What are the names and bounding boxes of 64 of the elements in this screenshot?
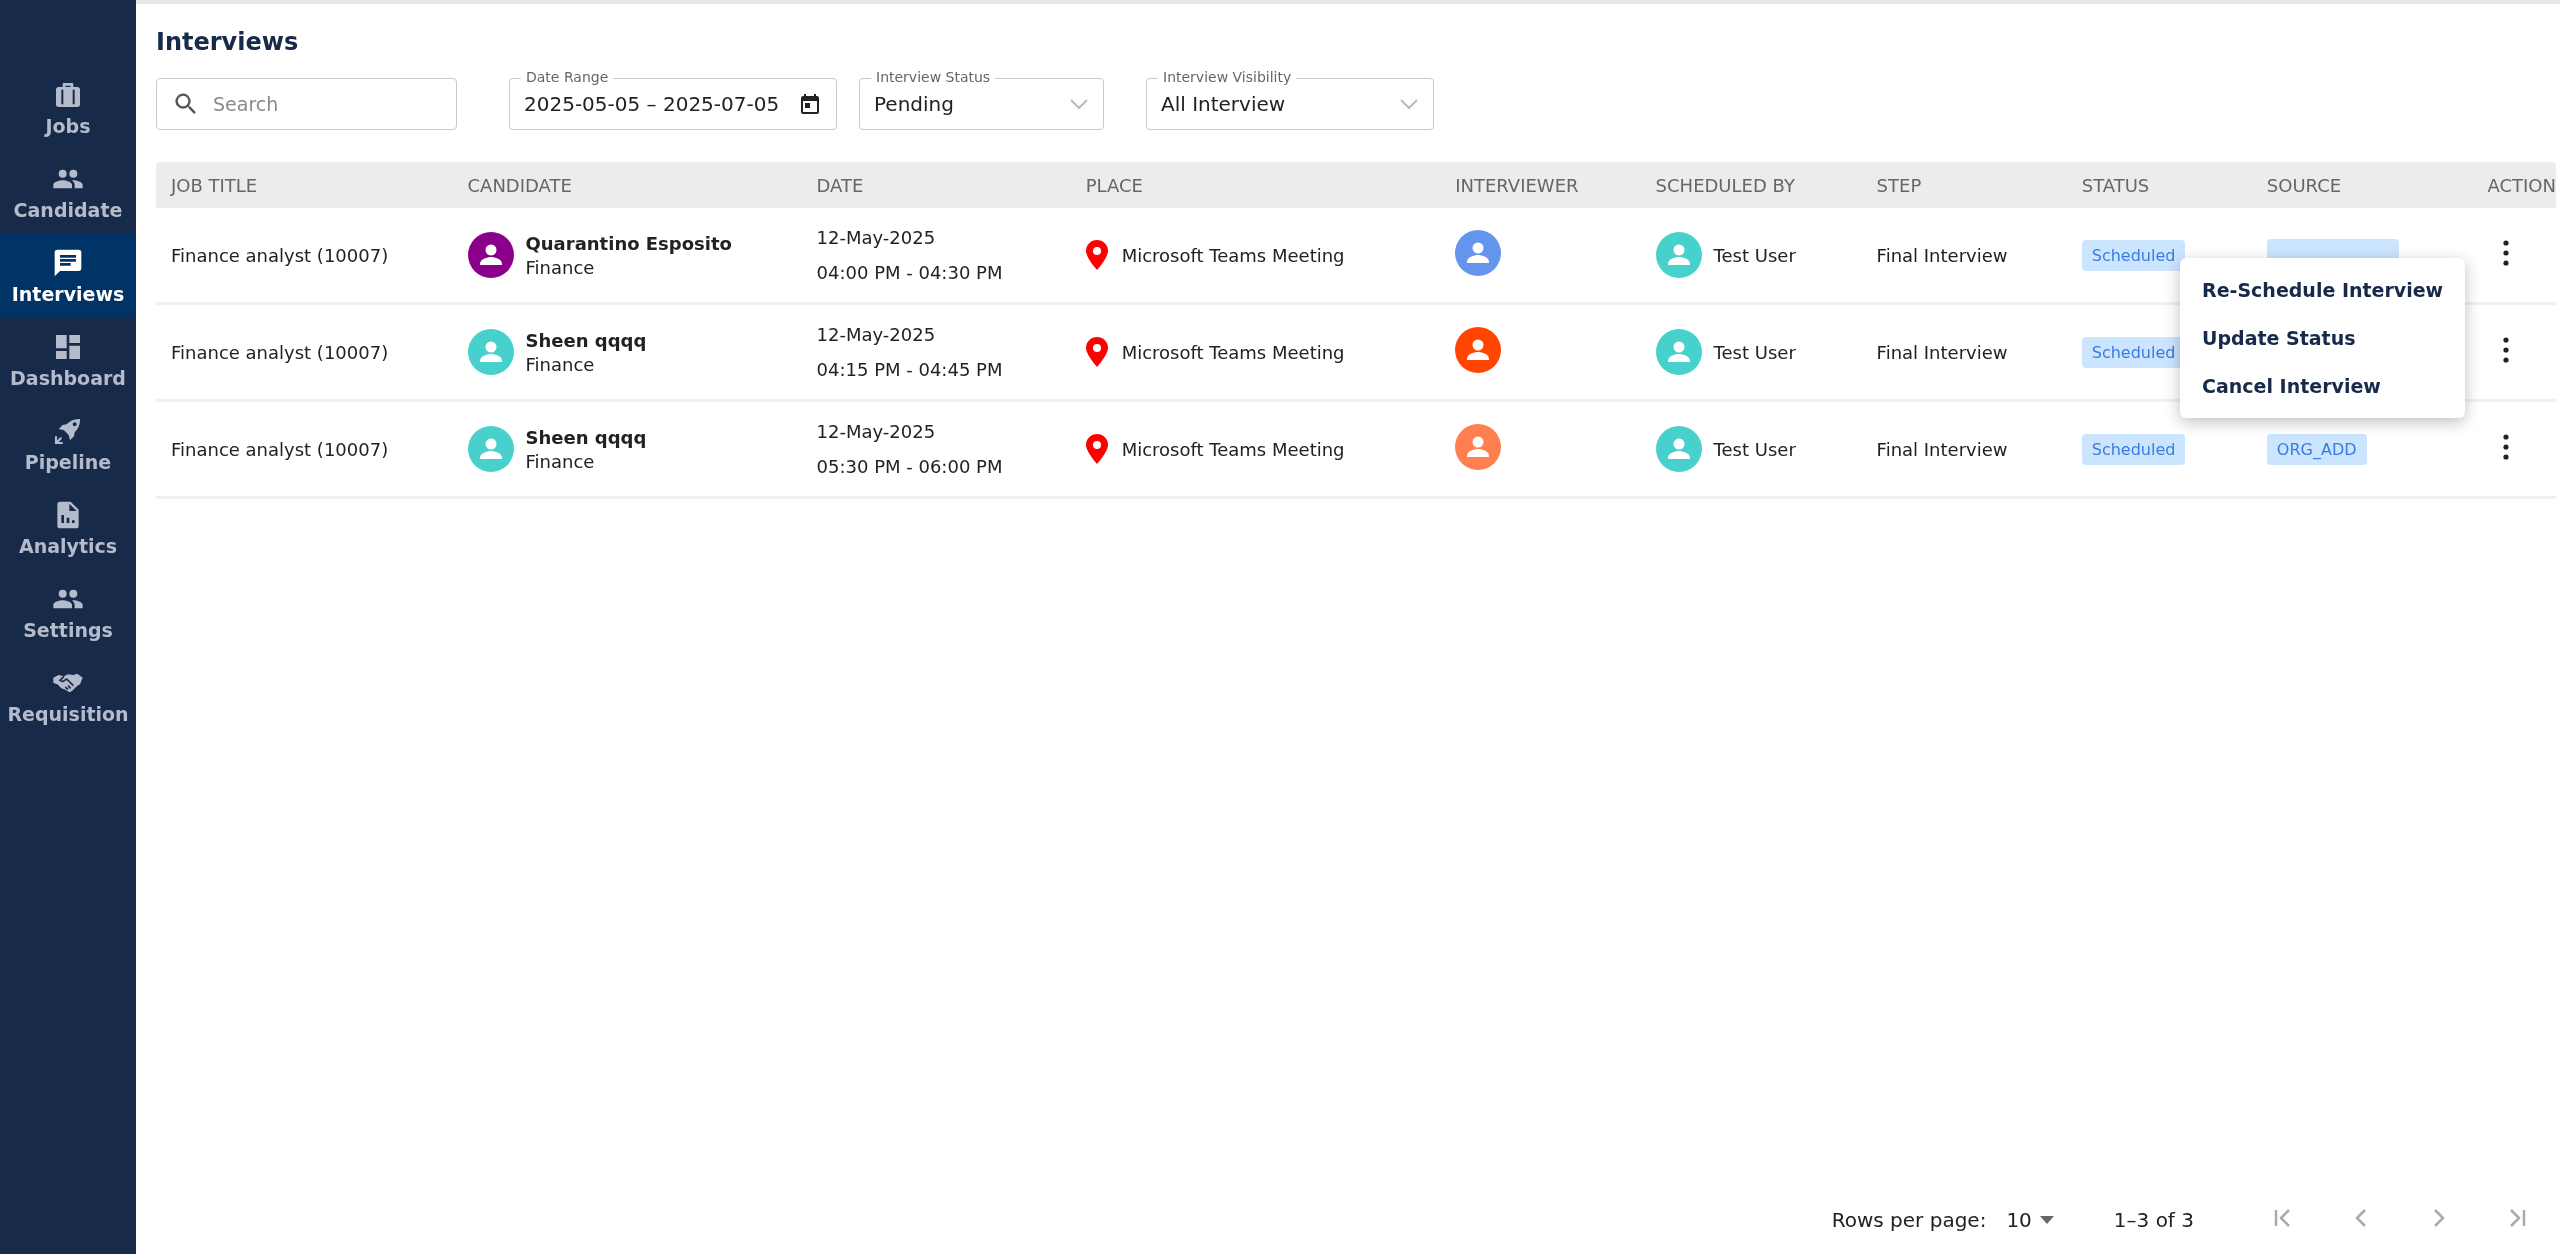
candidate-department: Finance [525,256,596,278]
nav-item[interactable]: Interviews [0,234,136,318]
nav-item[interactable]: Jobs [0,66,136,150]
column-header: STATUS [2066,162,2252,208]
interview-date: 12-May-2025 [816,227,937,248]
column-header: PLACE [1070,162,1441,208]
more-options-icon[interactable] [2503,240,2510,266]
rows-per-page-select[interactable]: 10 [2006,1207,2054,1232]
candidate-name: Sheen qqqq [525,329,647,351]
map-pin-icon [1085,434,1108,464]
page-range: 1–3 of 3 [2113,1207,2194,1232]
column-header: INTERVIEWER [1440,162,1641,208]
rows-per-page-label: Rows per page: [1831,1207,1987,1232]
field-value: 2025-05-05 – 2025-07-05 [524,92,780,116]
map-pin-icon [1085,337,1108,367]
nav-item[interactable]: Requisition [0,654,136,738]
page-title: Interviews [156,28,300,56]
table-cell: Finance analyst (10007) [171,438,389,460]
more-options-icon[interactable] [2503,337,2510,363]
table-cell: Final Interview [1876,438,2008,460]
map-pin-icon [1085,240,1108,270]
table-cell: Final Interview [1876,341,2008,363]
chevron-down-icon [1069,98,1089,110]
table-cell: Test User [1713,244,1796,266]
table-cell: Test User [1713,341,1796,363]
source-badge: ORG_ADD [2266,433,2367,465]
column-header: SCHEDULED BY [1640,162,1862,208]
table-cell: Microsoft Teams Meeting [1121,438,1345,460]
candidate-name: Sheen qqqq [525,426,647,448]
column-header: DATE [801,162,1071,208]
table-cell: Finance analyst (10007) [171,341,389,363]
field-label: Interview Visibility [1158,68,1297,86]
table-cell: Microsoft Teams Meeting [1121,244,1345,266]
column-header: ACTION [2472,162,2556,208]
table-cell: Finance analyst (10007) [171,244,389,266]
column-header: CANDIDATE [452,162,802,208]
table-cell: Microsoft Teams Meeting [1121,341,1345,363]
column-header: JOB TITLE [156,162,453,208]
search-field[interactable]: Search [156,78,457,130]
nav-item[interactable]: Dashboard [0,318,136,402]
nav-item[interactable]: Candidate [0,150,136,234]
status-badge: Scheduled [2081,433,2186,465]
field-value: All Interview [1161,92,1286,116]
chevron-down-icon [1399,98,1419,110]
table-cell: Final Interview [1876,244,2008,266]
calendar-icon [798,92,822,116]
interview-date: 12-May-2025 [816,324,937,345]
column-header: SOURCE [2251,162,2473,208]
nav-item[interactable]: Analytics [0,486,136,570]
candidate-name: Quarantino Esposito [525,232,732,254]
column-header: STEP [1861,162,2067,208]
candidate-department: Finance [525,353,596,375]
candidate-department: Finance [525,450,596,472]
status-badge: Scheduled [2081,239,2186,271]
more-options-icon[interactable] [2503,434,2510,460]
interview-time: 04:15 PM - 04:45 PM [816,359,1004,380]
interview-date: 12-May-2025 [816,421,937,442]
nav-item[interactable]: Settings [0,570,136,654]
interview-time: 05:30 PM - 06:00 PM [816,456,1004,477]
table-cell: Test User [1713,438,1796,460]
nav-item[interactable]: Pipeline [0,402,136,486]
interview-time: 04:00 PM - 04:30 PM [816,262,1004,283]
field-value: Pending [874,92,954,116]
caret-icon [2039,1215,2054,1224]
